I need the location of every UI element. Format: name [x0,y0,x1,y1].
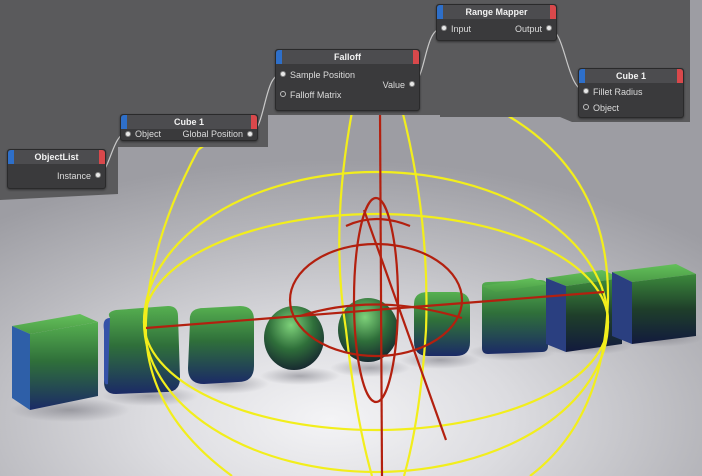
node-title: ObjectList [34,152,79,162]
output-accent [251,115,257,129]
cube-object[interactable] [103,306,180,394]
port-label-output: Output [514,24,542,34]
output-accent [413,50,419,64]
input-port-object[interactable] [125,131,131,137]
port-label-object: Object [593,103,620,113]
node-header[interactable]: Cube 1 [579,69,683,83]
output-port-output[interactable] [546,25,552,31]
node-header[interactable]: ObjectList [8,150,105,164]
cube-object[interactable] [612,264,696,344]
input-accent [276,50,282,64]
output-accent [677,69,683,83]
output-port-instance[interactable] [95,172,101,178]
node-header[interactable]: Cube 1 [121,115,257,129]
input-accent [121,115,127,129]
node-title: Range Mapper [465,7,528,17]
port-row: Object [579,99,683,117]
port-row: Object Global Position [121,129,257,140]
node-header[interactable]: Falloff [276,50,419,64]
port-label-input: Input [451,24,472,34]
input-accent [437,5,443,19]
node-range-mapper[interactable]: Range Mapper Input Output [436,4,557,41]
port-row: Instance [8,167,105,185]
cube-object[interactable] [188,306,254,384]
port-row: Input Output [437,20,556,38]
port-label-falloff-matrix: Falloff Matrix [290,90,342,100]
output-accent [99,150,105,164]
cube-object[interactable] [546,270,622,352]
input-port-object[interactable] [583,104,589,110]
port-label-object: Object [135,129,162,139]
input-port-falloff-matrix[interactable] [280,91,286,97]
3d-viewport[interactable]: ObjectList Instance Cube 1 Object Global… [0,0,702,476]
node-objectlist[interactable]: ObjectList Instance [7,149,106,189]
node-title: Cube 1 [173,117,204,127]
port-label-instance: Instance [56,171,91,181]
input-port-input[interactable] [441,25,447,31]
node-title: Falloff [334,52,361,62]
node-cube-a[interactable]: Cube 1 Object Global Position [120,114,258,141]
cube-object[interactable] [12,314,98,410]
node-header[interactable]: Range Mapper [437,5,556,19]
node-cube-b[interactable]: Cube 1 Fillet Radius Object [578,68,684,118]
input-accent [8,150,14,164]
output-accent [550,5,556,19]
node-title: Cube 1 [615,71,646,81]
port-row: Falloff Matrix [276,86,419,104]
input-port-fillet-radius[interactable] [583,88,589,94]
output-port-global-position[interactable] [247,131,253,137]
port-label-global-position: Global Position [182,129,243,139]
cube-object[interactable] [482,278,548,354]
node-falloff[interactable]: Falloff Sample Position Value Falloff Ma… [275,49,420,111]
input-accent [579,69,585,83]
